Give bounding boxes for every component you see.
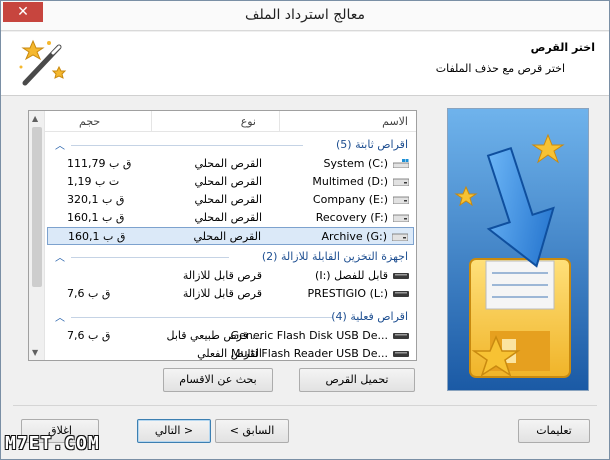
load-disk-button[interactable]: تحميل القرص: [299, 368, 415, 392]
group-name: اقراص ثابتة (5): [335, 138, 408, 151]
help-button[interactable]: تعليمات: [518, 419, 590, 443]
column-separator: [151, 111, 152, 132]
title-bar: ✕ معالج استرداد الملف: [1, 1, 609, 31]
drive-name: Company (E:): [312, 193, 388, 206]
system-drive-icon: [393, 159, 409, 168]
drive-name: Archive (G:): [321, 230, 387, 243]
drive-name: PRESTIGIO (L:): [307, 287, 388, 300]
drive-size: 320,1 ق ب: [67, 193, 125, 206]
group-divider: [71, 257, 229, 258]
scroll-down-icon[interactable]: ▼: [32, 348, 38, 357]
flash-disk-icon: [393, 351, 409, 357]
drive-type: القرص المحلي: [194, 175, 262, 188]
step-title: اختر القرص: [530, 41, 595, 54]
drive-row[interactable]: Generic Flash Disk USB De... قرص طبيعي ق…: [47, 327, 414, 345]
drive-type: القرص الفعلي: [197, 347, 262, 360]
flash-disk-icon: [393, 333, 409, 339]
drive-row[interactable]: (I:) قابل للفصل قرص قابل للازالة: [47, 267, 414, 285]
scroll-up-icon[interactable]: ▲: [32, 114, 38, 123]
column-separator: [279, 111, 280, 132]
magic-wand-icon: [19, 39, 67, 86]
next-button[interactable]: التالي >: [137, 419, 211, 443]
back-button[interactable]: < السابق: [215, 419, 289, 443]
hard-drive-icon: [393, 178, 409, 186]
drive-size: 1,19 ت ب: [67, 175, 120, 188]
column-header: الاسم نوع حجم: [45, 111, 416, 132]
group-name: اقراص فعلية (4): [331, 310, 408, 323]
drive-row[interactable]: System (C:) القرص المحلي 111,79 ق ب: [47, 155, 414, 173]
drive-list[interactable]: ▲ ▼ الاسم نوع حجم ︿ اقراص ثابتة (5) Syst…: [28, 110, 417, 361]
drive-row[interactable]: Company (E:) القرص المحلي 320,1 ق ب: [47, 191, 414, 209]
footer-divider: [13, 405, 597, 406]
step-subtitle: اختر قرص مع حذف الملفات: [435, 62, 565, 75]
drive-type: القرص المحلي: [194, 157, 262, 170]
column-size[interactable]: حجم: [79, 115, 100, 128]
drive-size: 160,1 ق ب: [67, 211, 125, 224]
find-partitions-button[interactable]: بحث عن الاقسام: [163, 368, 273, 392]
group-divider: [71, 317, 333, 318]
drive-size: 7,6 ق ب: [67, 329, 111, 342]
drive-row[interactable]: Multi Flash Reader USB De... القرص الفعل…: [47, 345, 414, 360]
drive-row-selected[interactable]: Archive (G:) القرص المحلي 160,1 ق ب: [47, 227, 414, 245]
drive-size: 7,6 ق ب: [67, 287, 111, 300]
vertical-scrollbar[interactable]: ▲ ▼: [29, 111, 45, 360]
group-divider: [71, 145, 303, 146]
scrollbar-thumb[interactable]: [32, 127, 42, 287]
removable-drive-icon: [393, 291, 409, 297]
drive-type: قرص طبيعي قابل ...: [166, 329, 263, 342]
column-type[interactable]: نوع: [241, 115, 256, 128]
site-watermark: M7ET.COM: [5, 433, 100, 454]
drive-name: System (C:): [323, 157, 389, 170]
drive-size: 111,79 ق ب: [67, 157, 132, 170]
hard-drive-icon: [393, 214, 409, 222]
drive-size: 160,1 ق ب: [68, 230, 126, 243]
floppy-disk-recovery-icon: [448, 109, 588, 390]
hard-drive-icon: [392, 233, 408, 241]
drive-row[interactable]: PRESTIGIO (L:) قرص قابل للازالة 7,6 ق ب: [47, 285, 414, 303]
drive-type: القرص المحلي: [194, 211, 262, 224]
wizard-illustration: [447, 108, 589, 391]
drive-type: قرص قابل للازالة: [182, 287, 262, 300]
drive-name: (I:) قابل للفصل: [315, 269, 388, 282]
group-name: اجهزة التخزين القابلة للازالة (2): [261, 250, 408, 263]
window-title: معالج استرداد الملف: [244, 7, 366, 23]
collapse-chevron-icon[interactable]: ︿: [55, 249, 65, 264]
recovery-wizard-window: ✕ معالج استرداد الملف اختر القرص اختر قر…: [0, 0, 610, 460]
collapse-chevron-icon[interactable]: ︿: [55, 137, 65, 152]
group-physical-disks[interactable]: ︿ اقراص فعلية (4): [45, 308, 416, 326]
drive-name: Recovery (F:): [315, 211, 388, 224]
drive-type: القرص المحلي: [193, 230, 261, 243]
group-removable-storage[interactable]: ︿ اجهزة التخزين القابلة للازالة (2): [45, 248, 416, 266]
drive-name: Multimed (D:): [312, 175, 388, 188]
wizard-header: اختر القرص اختر قرص مع حذف الملفات: [1, 32, 609, 96]
group-fixed-disks[interactable]: ︿ اقراص ثابتة (5): [45, 136, 416, 154]
column-name[interactable]: الاسم: [382, 115, 408, 128]
removable-drive-icon: [393, 273, 409, 279]
drive-type: قرص قابل للازالة: [182, 269, 262, 282]
drive-row[interactable]: Multimed (D:) القرص المحلي 1,19 ت ب: [47, 173, 414, 191]
drive-row[interactable]: Recovery (F:) القرص المحلي 160,1 ق ب: [47, 209, 414, 227]
collapse-chevron-icon[interactable]: ︿: [55, 309, 65, 324]
hard-drive-icon: [393, 196, 409, 204]
drive-type: القرص المحلي: [194, 193, 262, 206]
